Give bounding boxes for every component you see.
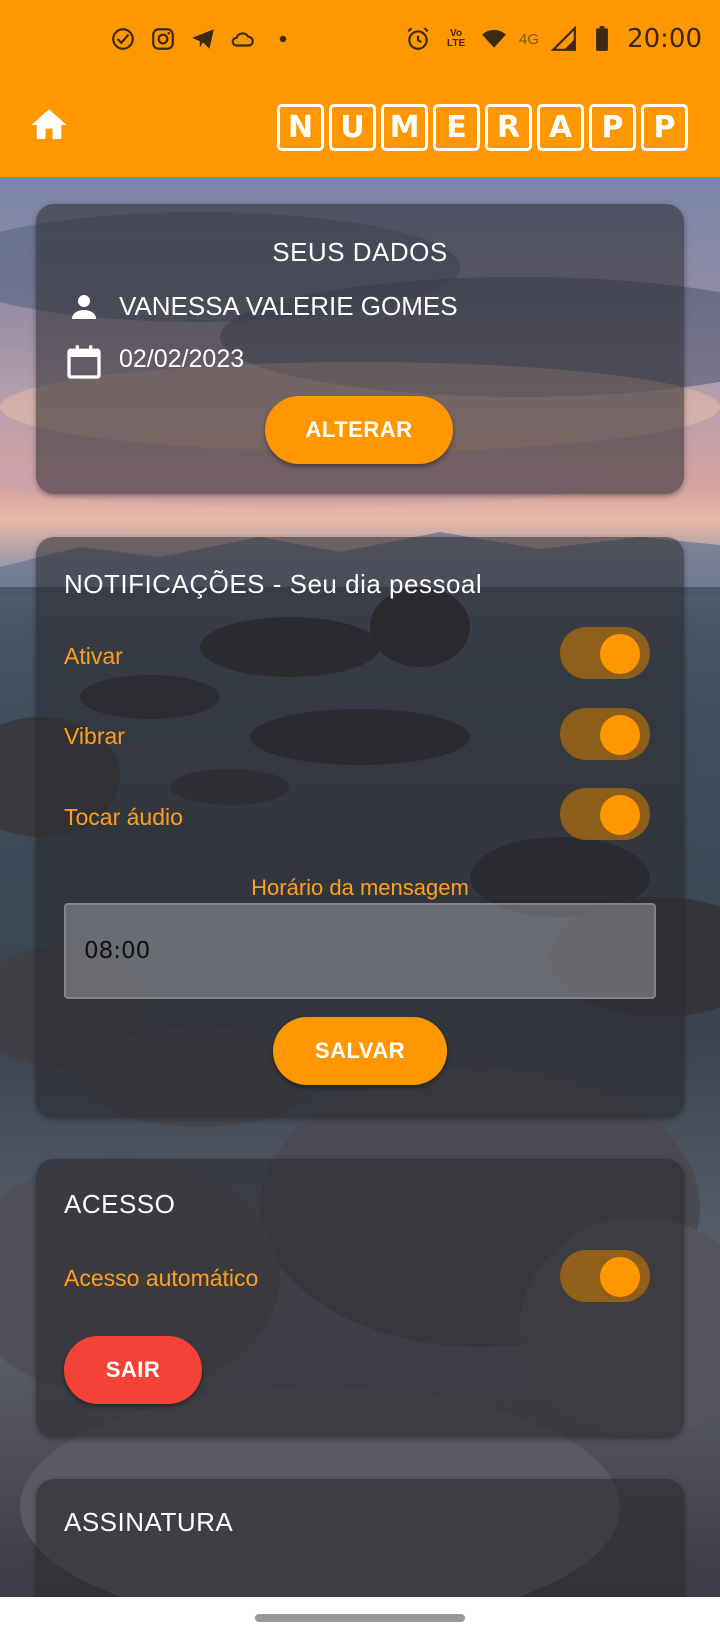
toggle-label-ativar: Ativar <box>64 643 123 669</box>
gesture-bar <box>0 1597 720 1640</box>
personal-data-card: SEUS DADOS VANESSA VALERIE GOMES 02/02/2… <box>36 204 684 494</box>
logo-letter: N <box>277 104 324 151</box>
logo-letter: M <box>381 104 428 151</box>
toggle-knob <box>600 1257 640 1297</box>
calendar-icon <box>64 342 104 387</box>
vibrar-toggle[interactable] <box>560 708 650 760</box>
logo-letter: P <box>641 104 688 151</box>
user-name: VANESSA VALERIE GOMES <box>119 291 458 321</box>
notifications-card: NOTIFICAÇÕES - Seu dia pessoal Ativar Vi… <box>36 537 684 1117</box>
top-bar: Vo LTE 4G 20:00 NUMERAPP <box>0 0 720 177</box>
status-right-icons: Vo LTE 4G 20:00 <box>405 24 702 54</box>
logo-letter: R <box>485 104 532 151</box>
network-type: 4G <box>519 30 540 48</box>
ativar-toggle[interactable] <box>560 627 650 679</box>
logo-letter: E <box>433 104 480 151</box>
auto-access-toggle[interactable] <box>560 1250 650 1302</box>
salvar-button[interactable]: SALVAR <box>273 1017 447 1085</box>
status-bar: Vo LTE 4G 20:00 <box>0 0 720 80</box>
toggle-knob <box>600 795 640 835</box>
app-bar: NUMERAPP <box>0 92 720 164</box>
status-left-icons <box>110 26 296 52</box>
check-circle-icon <box>110 26 136 52</box>
tocar-audio-toggle[interactable] <box>560 788 650 840</box>
cloud-icon <box>230 26 256 52</box>
logo-letter: A <box>537 104 584 151</box>
time-input[interactable]: 08:00 <box>64 903 656 999</box>
toggle-label-tocar-audio: Tocar áudio <box>64 804 183 830</box>
subscription-title: ASSINATURA <box>64 1507 234 1537</box>
subscription-card: ASSINATURA <box>36 1479 684 1597</box>
home-button[interactable] <box>28 104 70 146</box>
auto-access-label: Acesso automático <box>64 1265 259 1291</box>
wifi-icon <box>481 26 507 52</box>
logo-letter: U <box>329 104 376 151</box>
volte-icon: Vo LTE <box>446 28 466 49</box>
logo-letter: P <box>589 104 636 151</box>
notifications-title: NOTIFICAÇÕES - Seu dia pessoal <box>64 569 483 599</box>
app-logo: NUMERAPP <box>277 104 688 151</box>
person-icon <box>66 289 102 330</box>
alterar-button[interactable]: ALTERAR <box>265 396 453 464</box>
access-title: ACESSO <box>64 1189 176 1219</box>
background-image: SEUS DADOS VANESSA VALERIE GOMES 02/02/2… <box>0 177 720 1597</box>
dot-icon <box>270 26 296 52</box>
instagram-icon <box>150 26 176 52</box>
toggle-knob <box>600 715 640 755</box>
telegram-icon <box>190 26 216 52</box>
toggle-label-vibrar: Vibrar <box>64 723 125 749</box>
status-time: 20:00 <box>627 24 702 54</box>
access-card: ACESSO Acesso automático SAIR <box>36 1159 684 1437</box>
battery-icon <box>589 26 615 52</box>
sair-button[interactable]: SAIR <box>64 1336 202 1404</box>
toggle-knob <box>600 634 640 674</box>
birth-date: 02/02/2023 <box>119 345 245 373</box>
gesture-handle[interactable] <box>255 1614 465 1622</box>
time-label: Horário da mensagem <box>251 875 469 900</box>
alarm-icon <box>405 26 431 52</box>
home-icon <box>31 109 67 139</box>
signal-icon <box>551 26 577 52</box>
personal-data-title: SEUS DADOS <box>272 237 448 267</box>
